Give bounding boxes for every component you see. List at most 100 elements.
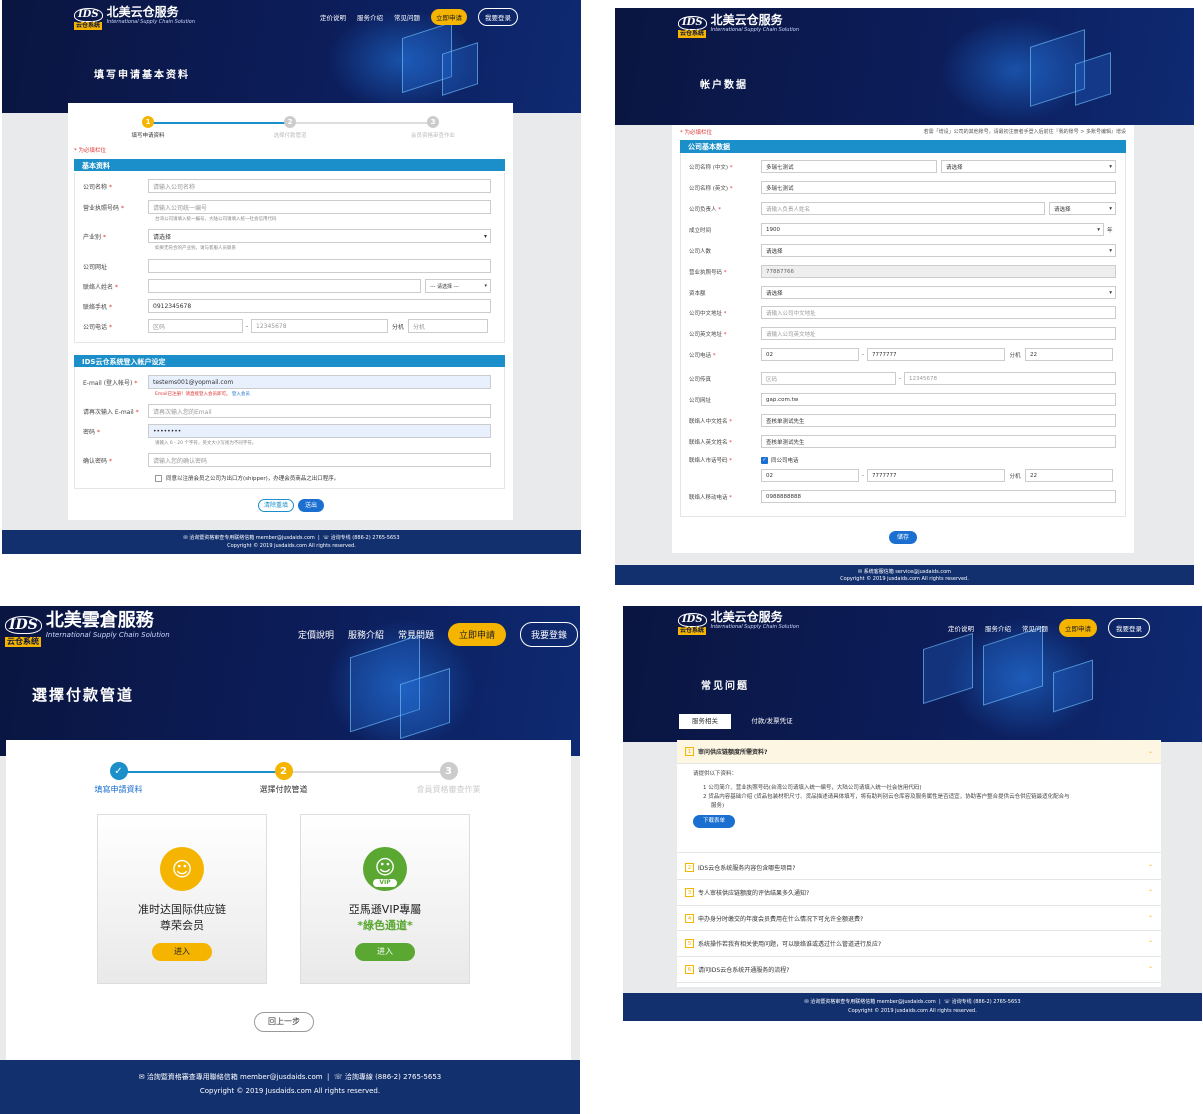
p2-contact-phone-area[interactable]: 02 — [761, 469, 859, 482]
faq-item[interactable]: 6 请问IDS云仓系统开通服务的流程? ⌃ — [677, 957, 1161, 983]
logo-tag: 云仓系统 — [678, 30, 707, 38]
tab-services[interactable]: 服务相关 — [679, 714, 731, 729]
save-button[interactable]: 储存 — [889, 531, 917, 544]
p2-address-cn-input[interactable]: 请输入公司中文地址 — [761, 306, 1116, 319]
contact-title-select[interactable]: --- 请选择 --- — [425, 279, 491, 293]
reset-button[interactable]: 清除重填 — [258, 499, 294, 512]
same-phone-checkbox[interactable]: ✓ — [761, 456, 768, 464]
p2-contact-phone-ext[interactable]: 22 — [1025, 469, 1113, 482]
footer: ✉ 洽詢暨資格審查專用聯絡信箱 member@jusdaids.com | ☏ … — [0, 1060, 580, 1114]
nav-services[interactable]: 服务介绍 — [985, 623, 1011, 633]
industry-hint: 如果无符合的产业别，请与客服人员联系 — [155, 246, 236, 251]
submit-button[interactable]: 送出 — [298, 499, 324, 512]
p2-company-cn-select[interactable]: 请选择 — [941, 160, 1116, 173]
login-button[interactable]: 我要登录 — [1108, 618, 1150, 638]
nav-faq[interactable]: 常见问题 — [394, 12, 420, 22]
password-input[interactable]: •••••••• — [148, 424, 491, 438]
p2-fax-area[interactable]: 区码 — [761, 372, 896, 385]
company-form: 公司名称 (中文) *多瑞七测试请选择 公司名称 (英文) *多瑞七测试 公司负… — [680, 153, 1126, 517]
vip-card-subtitle: *綠色通道* — [357, 919, 413, 932]
chevron-up-icon: ⌃ — [1147, 889, 1153, 896]
p2-fax-number[interactable]: 12345678 — [904, 372, 1116, 385]
member-card-amazon[interactable]: ☺ VIP 亞馬遜VIP專屬 *綠色通道* 进入 — [300, 814, 470, 984]
step-2: 2 選擇付款管道 — [241, 762, 326, 795]
p2-mobile-input[interactable]: 0988888888 — [761, 490, 1116, 503]
back-button[interactable]: 回上一步 — [254, 1012, 314, 1032]
footer-copyright: Copyright © 2019 jusdaids.com All rights… — [227, 543, 356, 549]
contact-input[interactable] — [148, 279, 421, 293]
faq-question: 请问IDS云仓系统开通服务的流程? — [698, 967, 790, 974]
p2-row-2-label: 公司负责人 — [689, 206, 717, 213]
website-input[interactable] — [148, 259, 491, 273]
nav-faq[interactable]: 常见问题 — [1022, 623, 1048, 633]
nav-pricing[interactable]: 定价说明 — [948, 623, 974, 633]
p2-contact-en-input[interactable]: 查核单测试先生 — [761, 435, 1116, 448]
step-3-dot: 3 — [439, 762, 458, 780]
phone-ext-input[interactable]: 分机 — [408, 319, 488, 333]
p2-capital-select[interactable]: 请选择 — [761, 286, 1116, 299]
faq-item[interactable]: 4 申办身分时缴交的年度会员费用在什么情况下可允许全额退费? ⌃ — [677, 906, 1161, 931]
email-input[interactable]: testems001@yopmail.com — [148, 375, 491, 389]
nav-services[interactable]: 服务介绍 — [357, 12, 383, 22]
faq-question: 专人审核供应链额度的评估结果多久通知? — [698, 890, 810, 897]
faq-item[interactable]: 2 IDS云仓系统服务内容包含哪些项目? ⌃ — [677, 855, 1161, 880]
mobile-input[interactable]: 0912345678 — [148, 299, 491, 313]
p2-address-en-input[interactable]: 请输入公司英文地址 — [761, 327, 1116, 340]
phone-number-input[interactable]: 12345678 — [251, 319, 388, 333]
page-title: 填写申请基本资料 — [94, 70, 190, 81]
website-label: 公司网址 — [83, 263, 108, 271]
login-button[interactable]: 我要登錄 — [520, 622, 579, 647]
p2-contact-phone-number[interactable]: 7777777 — [867, 469, 1005, 482]
p2-row-7-label: 公司中文地址 — [689, 310, 723, 317]
p2-phone-ext[interactable]: 22 — [1025, 348, 1113, 361]
logo: IDS 云仓系统 北美云仓服务 International Supply Cha… — [74, 6, 195, 30]
nav-pricing[interactable]: 定價說明 — [298, 628, 334, 641]
contact-label: 联络人姓名 — [83, 283, 114, 291]
section-basic-info: 基本资料 — [74, 159, 505, 171]
p2-phone-area[interactable]: 02 — [761, 348, 859, 361]
page-title: 常见问题 — [701, 681, 749, 692]
p2-contact-cn-input[interactable]: 查核单测试先生 — [761, 414, 1116, 427]
answer-item-2b: 服务) — [711, 803, 725, 809]
email-error: Email已注册！请直接登入会员即可。 登入会员 — [155, 391, 250, 397]
company-name-input[interactable]: 请输入公司名称 — [148, 179, 491, 193]
step-1: ✓ 填寫申請資料 — [76, 762, 161, 795]
apply-button[interactable]: 立即申请 — [1059, 619, 1097, 637]
member-card-jusda[interactable]: ☺ 准时达国际供应链 尊荣会员 进入 — [97, 814, 267, 984]
email-error-link[interactable]: 登入会员 — [232, 392, 250, 397]
member-user-icon: ☺ — [160, 847, 204, 891]
tab-payment[interactable]: 付款/发票凭证 — [737, 714, 807, 729]
apply-button[interactable]: 立即申請 — [448, 623, 507, 646]
faq-item[interactable]: 3 专人审核供应链额度的评估结果多久通知? ⌃ — [677, 880, 1161, 906]
login-button[interactable]: 我要登录 — [478, 8, 518, 26]
password2-input[interactable]: 请输入您的确认密码 — [148, 453, 491, 467]
apply-button[interactable]: 立即申请 — [431, 9, 467, 25]
agree-checkbox[interactable] — [155, 474, 162, 482]
footer-contact: ✉ 洽询暨资格审查专用联络信箱 member@jusdaids.com | ☏ … — [804, 999, 1021, 1005]
faq-item[interactable]: 5 系统操作若我有相关使用问题，可以联络谁或透过什么管道进行反应? ⌃ — [677, 931, 1161, 957]
brand-subtitle: International Supply Chain Solution — [45, 630, 170, 639]
p2-phone-number[interactable]: 7777777 — [867, 348, 1005, 361]
nav-faq[interactable]: 常見問題 — [398, 628, 434, 641]
p2-founded-select[interactable]: 1900 — [761, 223, 1104, 236]
faq-item-open[interactable]: 1 审问供应链额度所需资料? ⌄ — [677, 740, 1161, 764]
p2-employees-select[interactable]: 请选择 — [761, 244, 1116, 257]
phone-area-input[interactable]: 区码 — [148, 319, 243, 333]
p2-row-4-label: 公司人数 — [689, 248, 712, 255]
p2-website-input[interactable]: gap.com.tw — [761, 393, 1116, 406]
enter-vip-button[interactable]: 进入 — [355, 943, 415, 961]
enter-jusda-button[interactable]: 进入 — [152, 943, 212, 961]
nav-pricing[interactable]: 定价说明 — [320, 12, 346, 22]
nav-services[interactable]: 服務介紹 — [348, 628, 384, 641]
account-card: * 为必填栏位 若需「增设」公司的其他账号，请最初注册者手登入后前往『我的账号 … — [672, 125, 1134, 553]
license-input[interactable]: 请输入公司统一编号 — [148, 200, 491, 214]
p2-owner-input[interactable]: 请输入负责人姓名 — [761, 202, 1045, 215]
p2-owner-select[interactable]: 请选择 — [1049, 202, 1116, 215]
industry-select[interactable]: 请选择 — [148, 229, 491, 243]
p2-row-16-label: 联络人移动电话 — [689, 494, 728, 501]
p2-company-cn-input[interactable]: 多瑞七测试 — [761, 160, 937, 173]
download-form-button[interactable]: 下载表单 — [693, 815, 735, 828]
footer-email: 洽詢暨資格審查專用聯絡信箱 member@jusdaids.com — [146, 1073, 323, 1081]
p2-company-en-input[interactable]: 多瑞七测试 — [761, 181, 1116, 194]
email2-input[interactable]: 请再次输入您的Email — [148, 404, 491, 418]
